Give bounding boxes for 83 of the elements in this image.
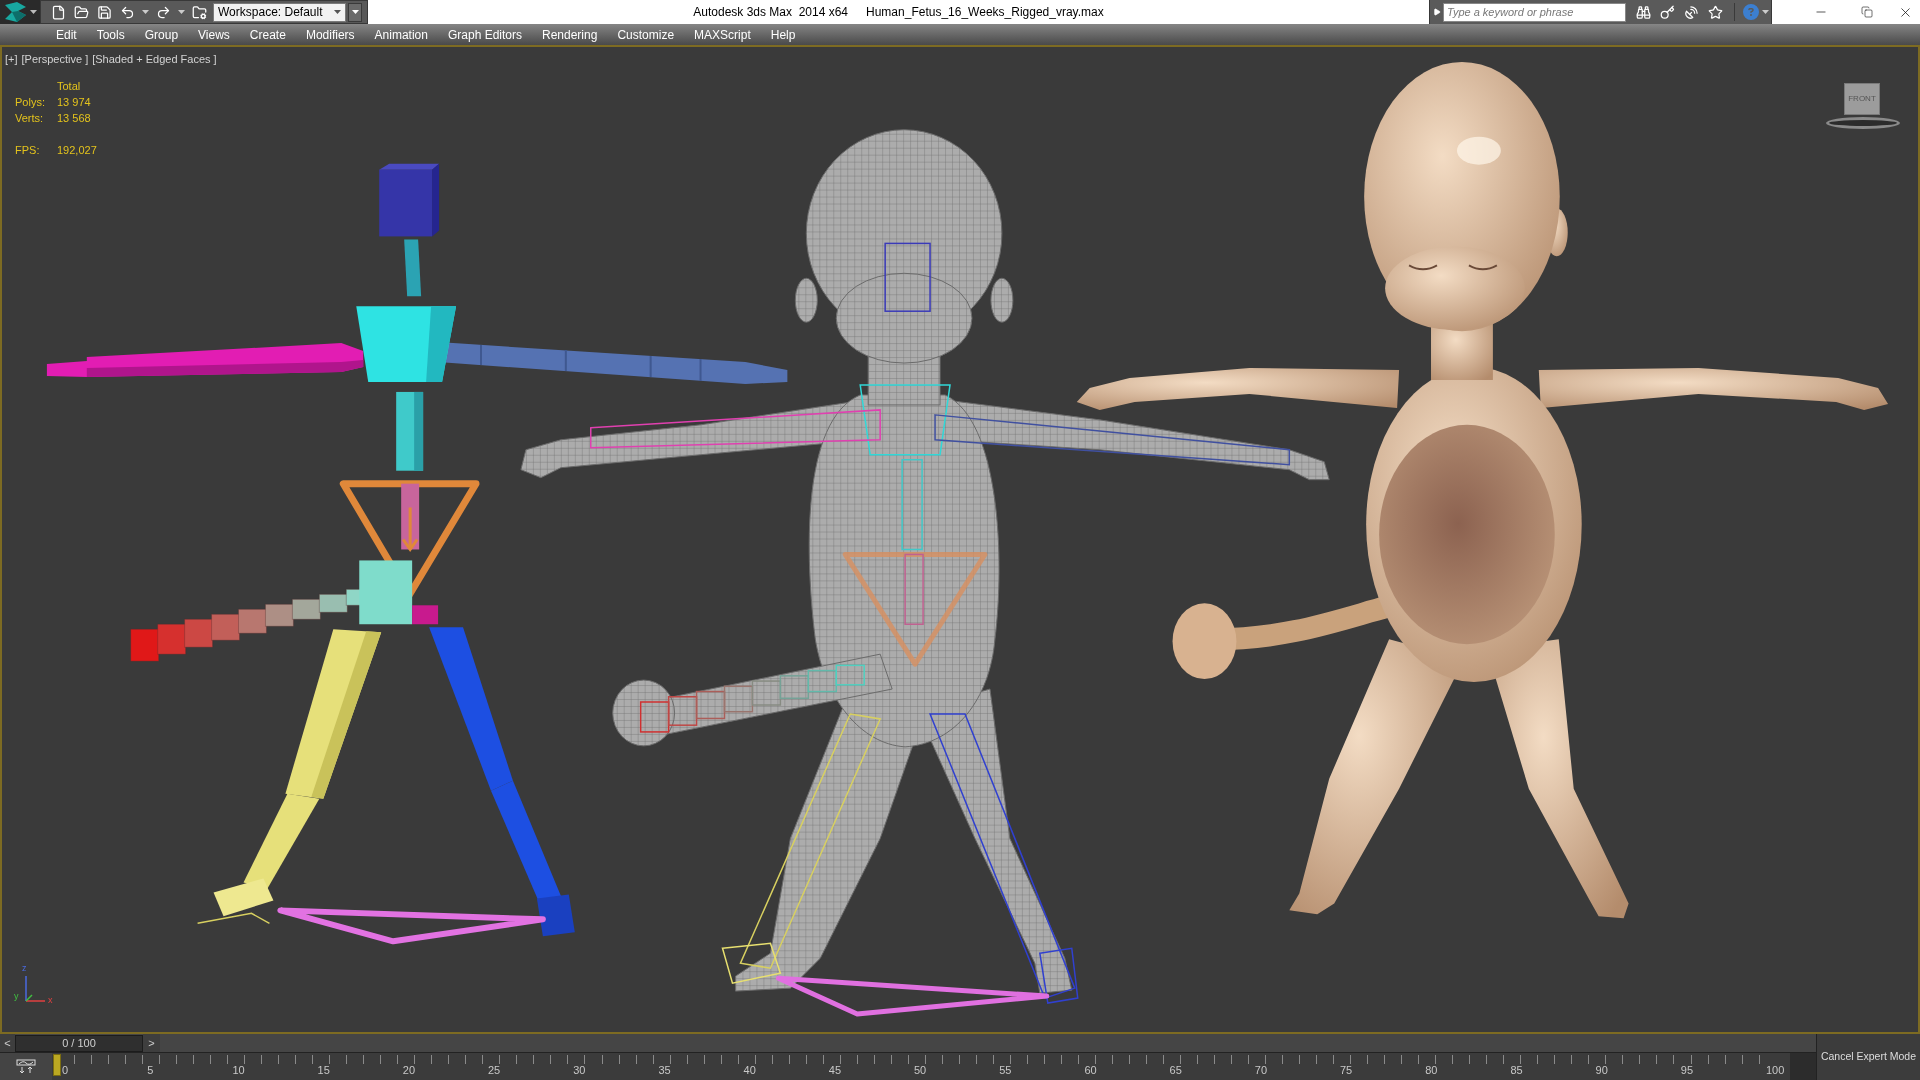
curve-editor-button[interactable] [0,1053,52,1080]
stats-label: Verts: [15,112,45,125]
help-icon [1743,4,1759,20]
menu-item[interactable]: Customize [607,24,685,45]
menu-item[interactable]: MAXScript [684,24,761,45]
binoculars-icon [1635,4,1651,20]
star-icon [1707,4,1723,20]
frame-number: 20 [402,1064,416,1077]
menu-item[interactable]: Edit [46,24,87,45]
next-frame-button[interactable]: > [143,1034,160,1052]
caret-icon [351,10,359,14]
viewport[interactable]: [+] [Perspective ] [Shaded + Edged Faces ] Total Polys: 13 974 Verts: 13 568 FPS: 192,027 FRONT z y x [0,45,1920,1034]
frame-number: 25 [488,1064,501,1077]
caret-icon [177,10,185,14]
time-slider-track[interactable]: < 0 / 100 > [0,1034,1816,1053]
caret-icon [141,10,149,14]
caret-icon [29,10,37,14]
menu-item[interactable]: Modifiers [295,24,365,45]
axis-label: y [14,991,19,1001]
frame-number: 100 [1766,1064,1785,1077]
axis-label: z [22,963,27,973]
logo-icon [3,2,28,22]
frame-number: 50 [914,1064,927,1077]
menu-item[interactable]: Rendering [532,24,608,45]
application-button[interactable] [0,0,40,24]
file-name: Human_Fetus_16_Weeks_Rigged_vray.max [866,4,1104,21]
viewport-label[interactable]: [Shaded + Edged Faces ] [92,51,217,68]
viewport-label[interactable]: [+] [5,51,18,68]
previous-frame-button[interactable]: < [0,1034,15,1052]
axis-tripod-icon [24,975,46,1003]
frame-number: 80 [1425,1064,1438,1077]
toolbar-options-button[interactable] [348,2,362,22]
menu-item[interactable]: Help [760,24,806,45]
caret-icon [334,10,341,14]
stats-header: Total [57,80,82,93]
frame-number: 70 [1254,1064,1268,1077]
frame-number: 40 [743,1064,756,1077]
workspace-dropdown[interactable]: Workspace: Default [213,2,346,22]
play-icon [1432,8,1441,16]
stats-label: Polys: [15,96,46,109]
frame-number: 15 [317,1064,330,1077]
caret-icon [1762,10,1769,14]
redo-icon [155,4,171,20]
window-title: Autodesk 3ds Max 2014 x64 [693,4,849,21]
frame-number: 10 [232,1064,245,1077]
curve-editor-icon [16,1058,36,1075]
satellite-dish-icon [1683,4,1699,20]
axis-label: x [48,995,53,1005]
frame-number: 95 [1680,1064,1694,1077]
menu-item[interactable]: Graph Editors [437,24,532,45]
menu-item[interactable]: Views [188,24,240,45]
viewport-label[interactable]: [Perspective ] [21,51,89,68]
restore-icon [1861,6,1873,18]
menu-item[interactable]: Tools [86,24,135,45]
folder-icon [73,4,89,20]
menu-item[interactable]: Animation [364,24,438,45]
search-field[interactable]: Type a keyword or phrase [1443,2,1626,22]
time-slider-thumb[interactable]: 0 / 100 [15,1034,143,1052]
frame-number: 85 [1510,1064,1523,1077]
frame-number: 75 [1340,1064,1353,1077]
stats-label: FPS: [15,144,41,157]
undo-icon [119,4,135,20]
compass-ring[interactable] [1826,117,1900,129]
frame-number: 0 [62,1064,69,1077]
frame-number: 30 [573,1064,586,1077]
stats-value: 13 974 [57,96,92,109]
key-icon [1659,4,1675,20]
current-frame-marker[interactable] [53,1054,61,1076]
empty-panel [1790,1053,1816,1080]
stats-value: 13 568 [57,112,92,125]
document-icon [50,4,66,20]
frame-number: 90 [1595,1064,1608,1077]
stats-value: 192,027 [57,144,97,157]
save-icon [96,4,112,20]
frame-number: 55 [999,1064,1012,1077]
menu-item[interactable]: Create [239,24,296,45]
frame-number: 5 [147,1064,154,1077]
folder-gear-icon [191,4,207,20]
frame-number: 35 [658,1064,671,1077]
frame-number: 65 [1169,1064,1182,1077]
frame-number: 45 [828,1064,842,1077]
frame-number: 60 [1084,1064,1097,1077]
menu-item[interactable]: Group [134,24,189,45]
